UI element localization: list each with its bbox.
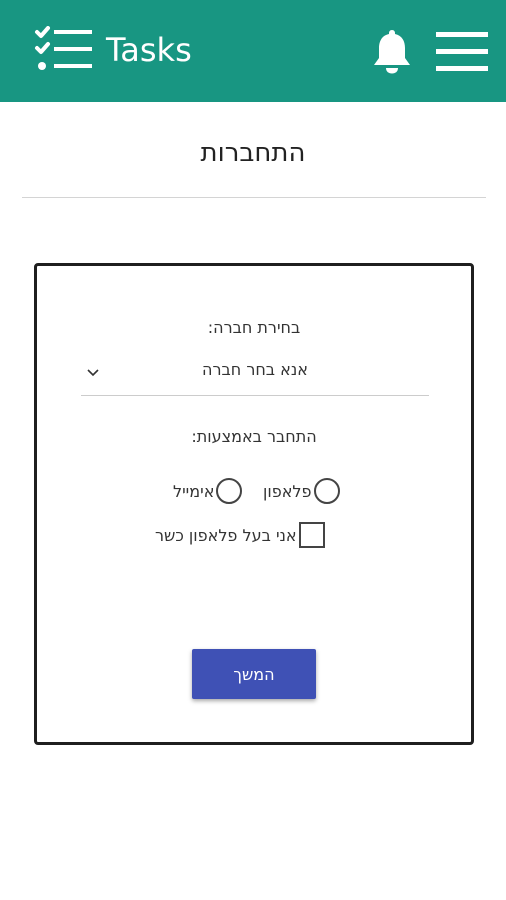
- chevron-down-icon: [87, 369, 99, 377]
- radio-circle-icon[interactable]: [216, 478, 243, 504]
- company-select-value: אנא בחר חברה: [202, 360, 308, 379]
- radio-option-phone[interactable]: פלאפון: [263, 477, 340, 505]
- checkbox-square-icon[interactable]: [298, 522, 325, 548]
- continue-button[interactable]: המשך: [192, 649, 316, 699]
- app-header: Tasks: [0, 0, 506, 102]
- radio-email-label: אימייל: [173, 481, 215, 501]
- hamburger-menu-icon[interactable]: [436, 32, 488, 72]
- radio-phone-label: פלאפון: [263, 481, 312, 501]
- kosher-phone-checkbox[interactable]: אני בעל פלאפון כשר: [155, 521, 325, 549]
- radio-option-email[interactable]: אימייל: [173, 477, 243, 505]
- checklist-icon: [35, 26, 92, 70]
- company-select-label: בחירת חברה:: [207, 318, 301, 337]
- title-divider: [22, 197, 486, 198]
- app-title: Tasks: [106, 31, 192, 69]
- kosher-phone-label: אני בעל פלאפון כשר: [155, 525, 297, 545]
- connect-method-label: התחבר באמצעות:: [191, 427, 317, 446]
- login-card: בחירת חברה: אנא בחר חברה התחבר באמצעות: …: [34, 263, 474, 745]
- radio-circle-icon[interactable]: [313, 478, 340, 504]
- bell-icon[interactable]: [372, 28, 412, 74]
- page-title: התחברות: [200, 138, 306, 168]
- company-select[interactable]: אנא בחר חברה: [81, 354, 429, 396]
